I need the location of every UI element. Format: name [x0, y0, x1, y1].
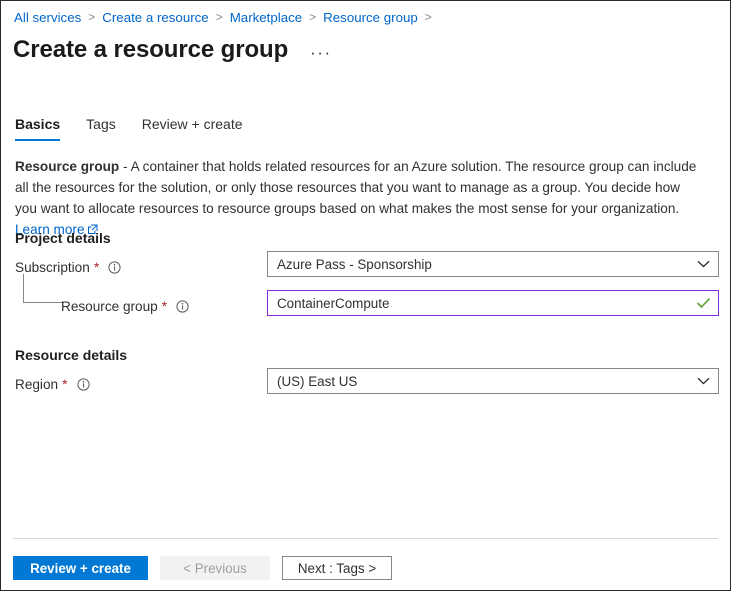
label-subscription-text: Subscription: [15, 259, 90, 275]
section-heading-project-details: Project details: [15, 230, 111, 246]
region-dropdown[interactable]: (US) East US: [267, 368, 719, 394]
page-title: Create a resource group: [13, 36, 289, 63]
label-resource-group-text: Resource group: [61, 298, 158, 314]
blade-description: Resource group - A container that holds …: [15, 156, 705, 241]
breadcrumb-item-create-a-resource[interactable]: Create a resource: [102, 10, 208, 25]
create-resource-group-blade: All services > Create a resource > Marke…: [0, 0, 731, 591]
subscription-value: Azure Pass - Sponsorship: [277, 256, 432, 272]
footer-actions: Review + create < Previous Next : Tags >: [13, 556, 392, 580]
breadcrumb-separator-icon: >: [215, 10, 223, 24]
section-heading-resource-details: Resource details: [15, 347, 128, 363]
description-lead: Resource group: [15, 159, 120, 174]
tree-connector-line: [23, 274, 64, 303]
breadcrumb-item-all-services[interactable]: All services: [14, 10, 81, 25]
tab-review-create[interactable]: Review + create: [142, 114, 243, 141]
info-icon[interactable]: [108, 260, 121, 274]
breadcrumb-item-resource-group[interactable]: Resource group: [323, 10, 418, 25]
chevron-down-icon: [688, 260, 718, 268]
next-tags-button[interactable]: Next : Tags >: [282, 556, 392, 580]
title-row: Create a resource group ···: [13, 35, 332, 65]
subscription-dropdown[interactable]: Azure Pass - Sponsorship: [267, 251, 719, 277]
previous-button: < Previous: [160, 556, 270, 580]
breadcrumb-separator-icon: >: [88, 10, 96, 24]
required-marker: *: [62, 376, 68, 392]
tab-tags[interactable]: Tags: [86, 114, 116, 141]
footer-divider: [13, 538, 718, 539]
info-icon[interactable]: [176, 299, 189, 313]
info-icon[interactable]: [76, 377, 90, 391]
resource-group-value[interactable]: ContainerCompute: [268, 296, 688, 311]
more-actions-icon[interactable]: ···: [310, 44, 331, 61]
chevron-down-icon: [688, 377, 718, 385]
tab-list: Basics Tags Review + create: [15, 114, 269, 141]
label-region: Region *: [15, 373, 90, 395]
required-marker: *: [93, 259, 100, 275]
region-value: (US) East US: [277, 373, 358, 389]
label-resource-group: Resource group *: [61, 295, 189, 317]
resource-group-input[interactable]: ContainerCompute: [267, 290, 719, 316]
review-create-button[interactable]: Review + create: [13, 556, 148, 580]
label-region-text: Region: [15, 376, 59, 392]
required-marker: *: [161, 298, 168, 314]
check-icon: [688, 297, 718, 309]
breadcrumb-item-marketplace[interactable]: Marketplace: [230, 10, 302, 25]
breadcrumb: All services > Create a resource > Marke…: [14, 7, 720, 27]
tab-basics[interactable]: Basics: [15, 114, 61, 141]
breadcrumb-separator-icon: >: [424, 10, 432, 24]
breadcrumb-separator-icon: >: [309, 10, 317, 24]
